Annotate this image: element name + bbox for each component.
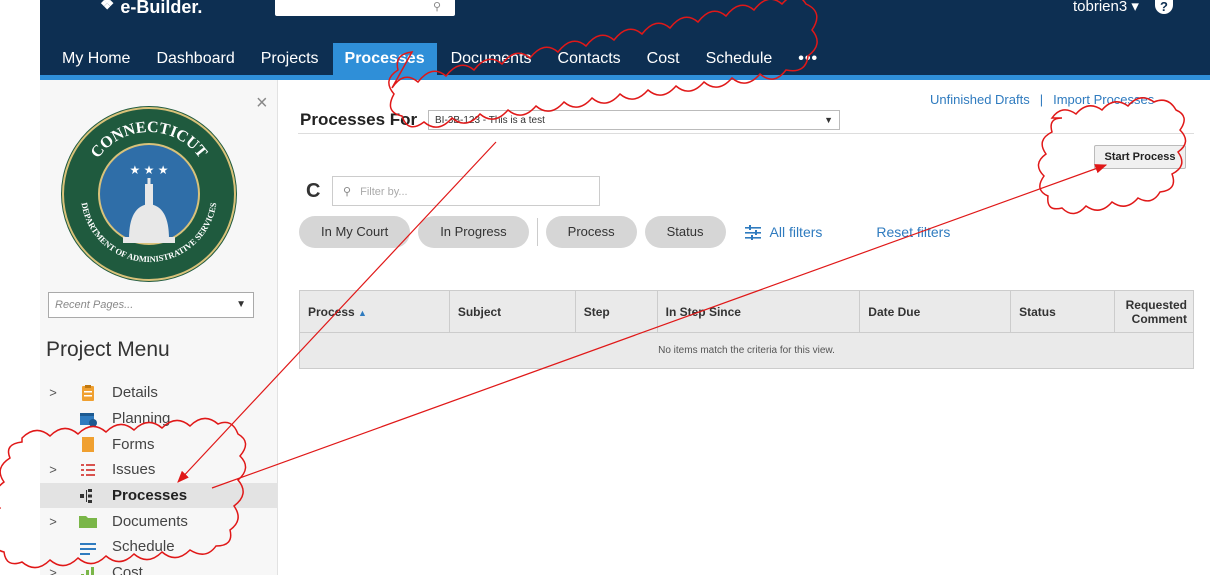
schedule-icon: [78, 539, 98, 555]
recent-pages-placeholder: Recent Pages...: [55, 299, 134, 311]
sidebar-item-schedule[interactable]: Schedule: [40, 534, 278, 560]
chip-status[interactable]: Status: [644, 216, 726, 248]
tab-more-icon[interactable]: •••: [786, 43, 831, 75]
col-step[interactable]: Step: [574, 290, 658, 333]
col-subject[interactable]: Subject: [448, 290, 576, 333]
recent-pages-select[interactable]: Recent Pages... ▼: [48, 292, 254, 318]
header-links: Unfinished Drafts | Import Processes: [930, 92, 1154, 107]
tab-projects[interactable]: Projects: [248, 43, 331, 75]
reset-filters-link[interactable]: Reset filters: [876, 224, 950, 240]
processes-table: Process ▲ Subject Step In Step Since Dat…: [299, 290, 1195, 369]
chevron-right-icon: >: [49, 385, 57, 401]
chevron-right-icon: >: [49, 513, 57, 529]
start-process-button[interactable]: Start Process: [1094, 145, 1186, 169]
filter-placeholder: Filter by...: [360, 186, 408, 198]
refresh-icon[interactable]: C: [306, 180, 320, 203]
sidebar-item-issues[interactable]: > Issues: [40, 457, 278, 483]
sidebar-item-label: Details: [112, 384, 158, 402]
folder-icon: [78, 513, 98, 529]
sidebar-item-label: Processes: [112, 487, 188, 505]
table-header-row: Process ▲ Subject Step In Step Since Dat…: [299, 290, 1195, 333]
tab-documents[interactable]: Documents: [438, 43, 544, 75]
sidebar-item-details[interactable]: > Details: [40, 380, 278, 406]
unfinished-drafts-link[interactable]: Unfinished Drafts: [930, 92, 1030, 107]
sidebar-item-label: Schedule: [112, 538, 175, 556]
chip-separator: [536, 218, 538, 246]
chevron-right-icon: >: [49, 565, 57, 575]
sidebar-item-label: Planning: [112, 410, 171, 428]
logo-mark-icon: ❖: [100, 0, 115, 13]
sidebar-item-label: Documents: [112, 512, 188, 530]
sidebar-item-label: Forms: [112, 435, 155, 453]
project-menu-title: Project Menu: [46, 338, 170, 361]
project-select-value: BI-3B-123 - This is a test: [435, 115, 545, 126]
all-filters-button[interactable]: All filters: [744, 224, 823, 240]
empty-message: No items match the criteria for this vie…: [299, 332, 1194, 369]
sidebar-item-forms[interactable]: Forms: [40, 431, 278, 457]
project-select[interactable]: BI-3B-123 - This is a test ▼: [428, 110, 840, 130]
chip-in-my-court[interactable]: In My Court: [299, 216, 411, 248]
tab-my-home[interactable]: My Home: [50, 43, 143, 75]
table-row: No items match the criteria for this vie…: [299, 332, 1194, 369]
search-icon: ⚲: [343, 186, 352, 198]
process-tree-icon: [78, 488, 98, 504]
sidebar-item-processes[interactable]: Processes: [40, 482, 278, 509]
global-search-input[interactable]: ⚲: [275, 0, 455, 16]
chip-in-progress[interactable]: In Progress: [418, 216, 529, 248]
tab-dashboard[interactable]: Dashboard: [144, 43, 247, 75]
chevron-right-icon: >: [49, 462, 57, 478]
import-processes-link[interactable]: Import Processes: [1053, 92, 1154, 107]
link-separator: |: [1039, 92, 1044, 107]
issues-list-icon: [78, 462, 98, 478]
connecticut-seal-logo: CONNECTICUT DEPARTMENT OF ADMINISTRATIVE…: [61, 106, 237, 282]
screen-root: ❖ e-Builder. ⚲ tobrien3 ▾ ? My Home Dash…: [0, 0, 1230, 575]
processes-for-label: Processes For: [300, 110, 418, 129]
main-nav: My Home Dashboard Projects Processes Doc…: [50, 43, 832, 75]
sidebar-item-planning[interactable]: Planning: [40, 406, 278, 432]
project-menu: > Details Planning Forms > Issues Proces…: [40, 380, 278, 575]
all-filters-label: All filters: [769, 224, 823, 240]
help-icon[interactable]: ?: [1155, 0, 1173, 14]
sidebar-item-cost[interactable]: > Cost: [40, 560, 278, 575]
search-icon: ⚲: [432, 1, 441, 13]
cost-chart-icon: [78, 565, 98, 575]
chip-process[interactable]: Process: [545, 216, 637, 248]
col-in-step-since[interactable]: In Step Since: [656, 290, 861, 333]
sidebar-item-documents[interactable]: > Documents: [40, 508, 278, 534]
col-requested-comment[interactable]: Requested Comment: [1113, 290, 1195, 333]
col-date-due[interactable]: Date Due: [859, 290, 1012, 333]
tab-processes[interactable]: Processes: [332, 43, 437, 75]
filter-sliders-icon: [744, 225, 761, 240]
logo-text: e-Builder.: [120, 0, 203, 14]
col-status[interactable]: Status: [1010, 290, 1115, 333]
filter-chips: In My Court In Progress Process Status A…: [299, 216, 950, 248]
close-sidebar-icon[interactable]: ×: [256, 92, 268, 115]
calendar-icon: [78, 411, 98, 427]
clipboard-icon: [78, 384, 98, 401]
divider: [298, 133, 1194, 134]
user-menu[interactable]: tobrien3 ▾: [1073, 0, 1139, 14]
chevron-down-icon: ▼: [236, 299, 246, 310]
tab-schedule[interactable]: Schedule: [693, 43, 785, 75]
tab-cost[interactable]: Cost: [634, 43, 692, 75]
filter-input[interactable]: ⚲ Filter by...: [332, 176, 600, 206]
tab-contacts[interactable]: Contacts: [545, 43, 633, 75]
svg-text:★ ★ ★: ★ ★ ★: [130, 163, 169, 177]
app-logo[interactable]: ❖ e-Builder.: [100, 0, 202, 14]
forms-icon: [78, 436, 98, 453]
col-process[interactable]: Process ▲: [299, 290, 450, 333]
sort-asc-icon: ▲: [358, 307, 367, 318]
sidebar-item-label: Issues: [112, 461, 156, 479]
sidebar: × CONNECTICUT DEPARTMENT OF ADMINISTRATI…: [40, 80, 278, 575]
chevron-down-icon: ▼: [824, 115, 833, 125]
sidebar-item-label: Cost: [112, 564, 143, 575]
